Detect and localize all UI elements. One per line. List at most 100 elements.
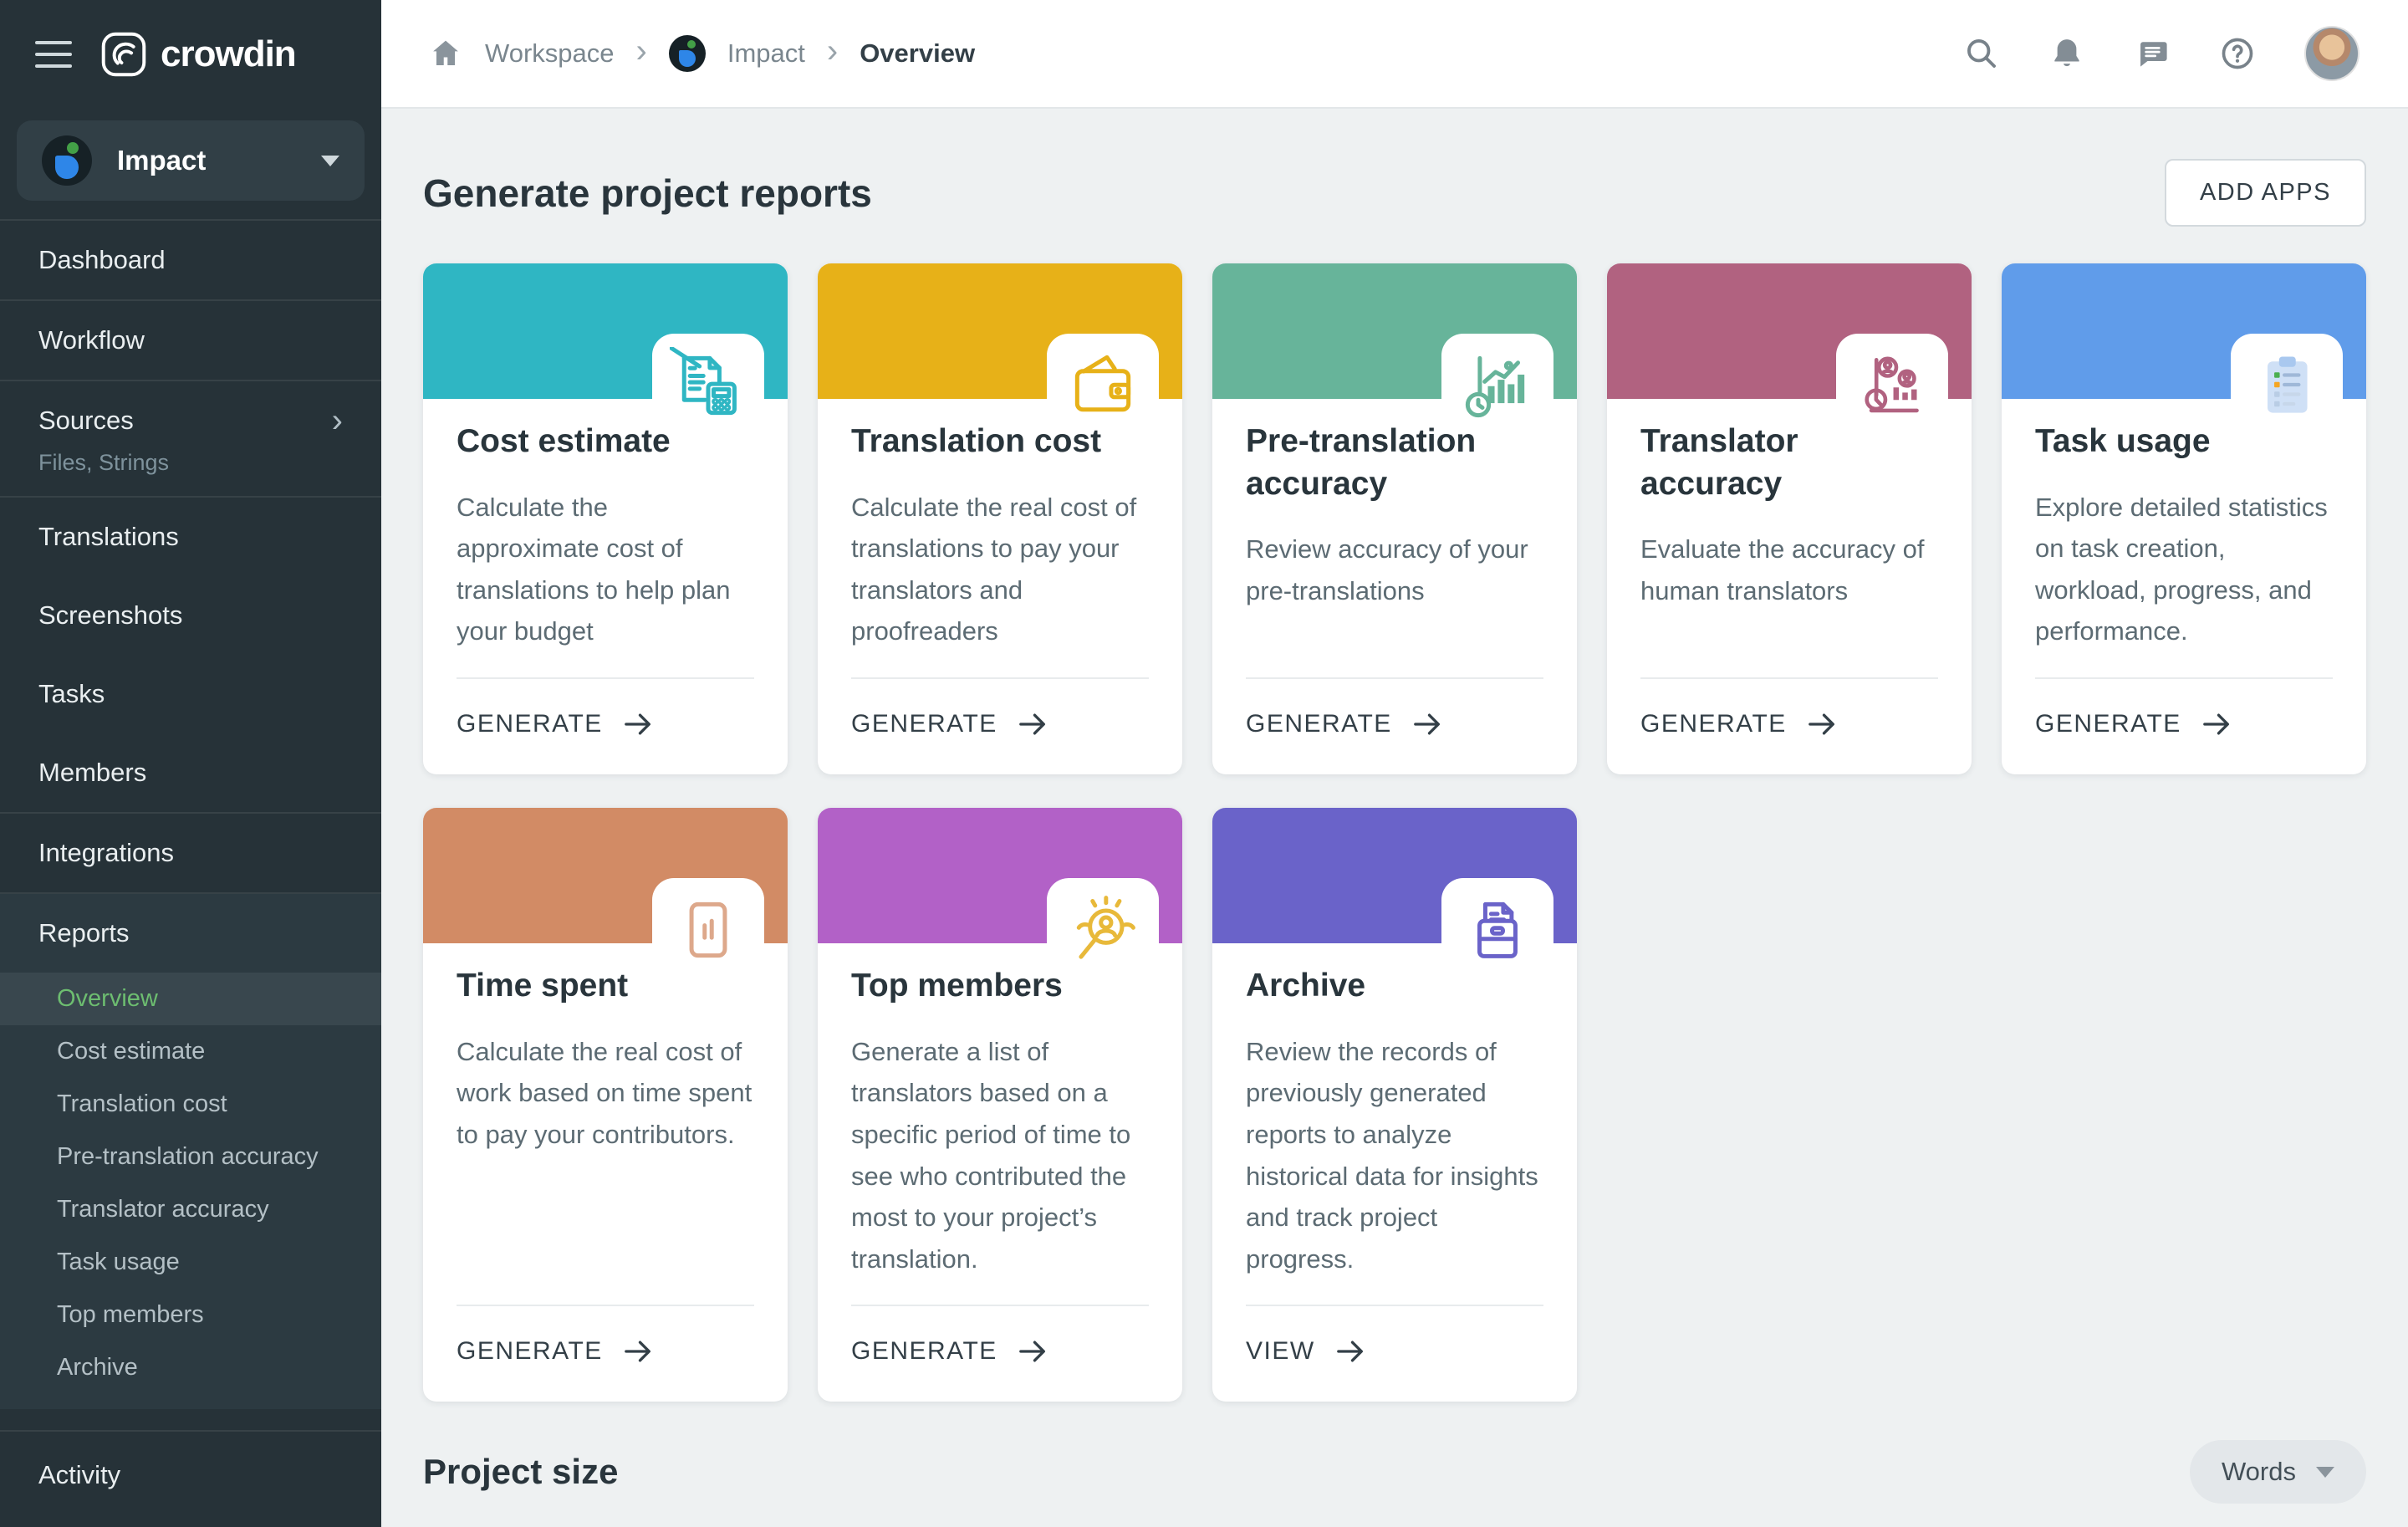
reports-subitem-top-members[interactable]: Top members <box>0 1289 381 1341</box>
cost-estimate-generate-link[interactable]: GENERATE <box>457 679 754 774</box>
user-avatar[interactable] <box>2304 26 2360 81</box>
breadcrumb-project-avatar <box>669 35 706 72</box>
search-icon[interactable] <box>1963 35 2000 72</box>
unit-selector[interactable]: Words <box>2190 1440 2366 1504</box>
archive-view-link[interactable]: VIEW <box>1246 1306 1543 1402</box>
content-header: Generate project reports ADD APPS <box>423 159 2366 227</box>
report-card-cost-estimate: Cost estimateCalculate the approximate c… <box>423 263 788 774</box>
reports-subitem-archive[interactable]: Archive <box>0 1341 381 1394</box>
card-body: ArchiveReview the records of previously … <box>1212 943 1577 1402</box>
sidebar-reports-group: Reports OverviewCost estimateTranslation… <box>0 894 381 1409</box>
reports-subitem-cost-estimate[interactable]: Cost estimate <box>0 1025 381 1078</box>
add-apps-button[interactable]: ADD APPS <box>2165 159 2366 227</box>
card-action-label: VIEW <box>1246 1337 1315 1366</box>
card-header <box>818 263 1182 399</box>
sidebar-item-screenshots[interactable]: Screenshots <box>0 576 381 655</box>
card-description: Review accuracy of your pre-translations <box>1246 529 1543 677</box>
pre-translation-accuracy-generate-link[interactable]: GENERATE <box>1246 679 1543 774</box>
card-description: Generate a list of translators based on … <box>851 1031 1149 1305</box>
breadcrumb-workspace[interactable]: Workspace <box>485 38 615 69</box>
sidebar-item-label: Workflow <box>38 325 145 355</box>
report-card-task-usage: Task usageExplore detailed statistics on… <box>2002 263 2366 774</box>
card-body: Translation cost Calculate the real cost … <box>818 399 1182 774</box>
card-footer: GENERATE <box>1246 677 1543 774</box>
card-header <box>2002 263 2366 399</box>
sidebar-item-label: Integrations <box>38 838 174 868</box>
app-layout: crowdin Impact Dashboard Workflow Sources›… <box>0 0 2408 1527</box>
card-title: Translation cost <box>851 421 1127 463</box>
card-description: Evaluate the accuracy of human translato… <box>1640 529 1938 677</box>
card-title: Pre-translation accuracy <box>1246 421 1522 505</box>
card-title: Translator accuracy <box>1640 421 1916 505</box>
sidebar-item-label: Dashboard <box>38 245 166 275</box>
sidebar-item-label: Tasks <box>38 679 105 709</box>
arrow-right-icon <box>621 1335 655 1368</box>
sidebar-item-label: Translations <box>38 522 179 552</box>
project-selector[interactable]: Impact <box>17 120 365 201</box>
card-footer: GENERATE <box>851 677 1149 774</box>
card-title: Time spent <box>457 965 732 1008</box>
card-header <box>1607 263 1972 399</box>
breadcrumb-page: Overview <box>860 38 975 69</box>
topbar-icons <box>1963 26 2360 81</box>
chart-clock-icon <box>1441 334 1553 399</box>
sidebar-item-translations[interactable]: Translations <box>0 498 381 576</box>
sidebar-item-tasks[interactable]: Tasks <box>0 655 381 733</box>
card-body: Translator accuracy Evaluate the accuracy… <box>1607 399 1972 774</box>
top-members-generate-link[interactable]: GENERATE <box>851 1306 1149 1402</box>
sidebar-item-label: Screenshots <box>38 600 182 631</box>
card-action-label: GENERATE <box>457 710 603 738</box>
crowdin-logo[interactable]: crowdin <box>100 31 296 78</box>
notifications-icon[interactable] <box>2048 35 2085 72</box>
sidebar-item-sources[interactable]: Sources› <box>0 381 381 460</box>
card-title: Top members <box>851 965 1127 1008</box>
reports-subitem-translator-accuracy[interactable]: Translator accuracy <box>0 1183 381 1236</box>
card-action-label: GENERATE <box>1640 710 1787 738</box>
translation-cost-generate-link[interactable]: GENERATE <box>851 679 1149 774</box>
reports-subitem-overview[interactable]: Overview <box>0 973 381 1025</box>
card-action-label: GENERATE <box>457 1337 603 1366</box>
chevron-down-icon <box>2316 1467 2334 1478</box>
people-chart-icon <box>1836 334 1948 399</box>
card-body: Cost estimateCalculate the approximate c… <box>423 399 788 774</box>
reports-subitem-pre-translation-accuracy[interactable]: Pre-translation accuracy <box>0 1131 381 1183</box>
menu-toggle-icon[interactable] <box>35 41 72 68</box>
sidebar-item-members[interactable]: Members <box>0 733 381 812</box>
report-cards-grid: Cost estimateCalculate the approximate c… <box>423 263 2366 1402</box>
member-search-icon <box>1047 878 1159 943</box>
reports-subitem-translation-cost[interactable]: Translation cost <box>0 1078 381 1131</box>
unit-selector-label: Words <box>2222 1457 2296 1487</box>
task-usage-generate-link[interactable]: GENERATE <box>2035 679 2333 774</box>
sidebar-item-activity[interactable]: Activity <box>0 1430 381 1527</box>
project-size-header: Project size Words <box>423 1440 2366 1504</box>
home-icon[interactable] <box>428 36 463 71</box>
sidebar: crowdin Impact Dashboard Workflow Sources›… <box>0 0 381 1527</box>
report-card-pre-translation-accuracy: Pre-translation accuracy Review accuracy … <box>1212 263 1577 774</box>
time-card-icon <box>652 878 764 943</box>
card-description: Calculate the real cost of translations … <box>851 487 1149 677</box>
card-footer: GENERATE <box>457 677 754 774</box>
translator-accuracy-generate-link[interactable]: GENERATE <box>1640 679 1938 774</box>
sidebar-item-workflow[interactable]: Workflow <box>0 301 381 380</box>
card-title: Archive <box>1246 965 1522 1008</box>
wallet-icon <box>1047 334 1159 399</box>
card-header <box>423 263 788 399</box>
card-body: Time spent Calculate the real cost of wor… <box>423 943 788 1402</box>
sidebar-item-dashboard[interactable]: Dashboard <box>0 221 381 299</box>
card-description: Calculate the real cost of work based on… <box>457 1031 754 1305</box>
card-header <box>1212 263 1577 399</box>
card-action-label: GENERATE <box>2035 710 2181 738</box>
card-header <box>423 808 788 943</box>
card-title: Cost estimate <box>457 421 732 463</box>
reports-subitem-task-usage[interactable]: Task usage <box>0 1236 381 1289</box>
card-footer: VIEW <box>1246 1305 1543 1402</box>
chevron-right-icon: › <box>827 34 838 73</box>
sidebar-item-integrations[interactable]: Integrations <box>0 814 381 892</box>
sidebar-item-reports[interactable]: Reports <box>0 894 381 973</box>
help-icon[interactable] <box>2219 35 2256 72</box>
time-spent-generate-link[interactable]: GENERATE <box>457 1306 754 1402</box>
card-header <box>818 808 1182 943</box>
crowdin-logo-icon <box>100 31 147 78</box>
messages-icon[interactable] <box>2134 35 2171 72</box>
breadcrumb-project[interactable]: Impact <box>727 38 805 69</box>
